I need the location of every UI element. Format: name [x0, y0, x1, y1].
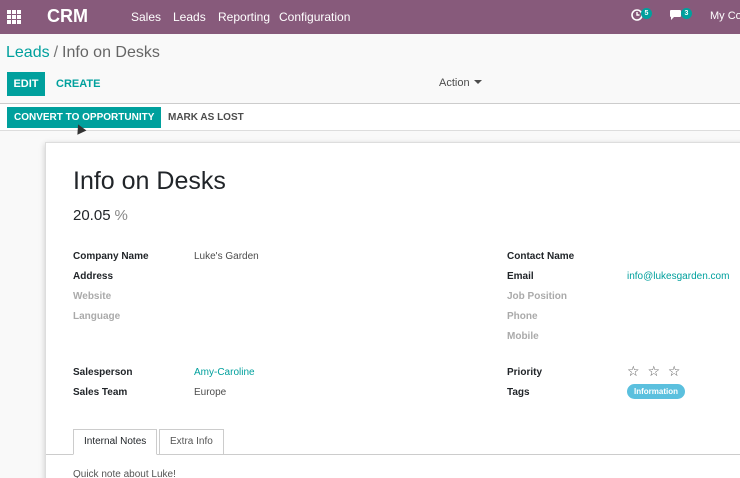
tags-label: Tags	[507, 387, 530, 398]
language-label: Language	[73, 311, 121, 322]
app-brand[interactable]: CRM	[47, 6, 88, 27]
contact-name-label: Contact Name	[507, 251, 575, 262]
menu-reporting[interactable]: Reporting	[218, 10, 270, 24]
menu-configuration[interactable]: Configuration	[279, 10, 350, 24]
probability-unit: %	[114, 207, 128, 224]
mark-as-lost-button[interactable]: MARK AS LOST	[168, 107, 244, 128]
lead-title[interactable]: Info on Desks	[73, 167, 226, 196]
website-label: Website	[73, 291, 112, 302]
edit-button[interactable]: EDIT	[7, 72, 45, 96]
address-label: Address	[73, 271, 114, 282]
sales-team-field[interactable]: Europe	[194, 387, 226, 398]
messages-chat-icon[interactable]	[669, 9, 682, 24]
action-label: Action	[439, 77, 470, 89]
internal-note-text[interactable]: Quick note about Luke!	[73, 469, 176, 478]
job-position-label: Job Position	[507, 291, 567, 302]
probability-value: 20.05	[73, 207, 111, 224]
activity-count-badge: 5	[641, 8, 652, 19]
email-field[interactable]: info@lukesgarden.com	[627, 271, 729, 282]
tab-extra-info[interactable]: Extra Info	[159, 429, 224, 455]
menu-sales[interactable]: Sales	[131, 10, 161, 24]
tag-badge[interactable]: Information	[627, 384, 685, 399]
salesperson-field[interactable]: Amy-Caroline	[194, 367, 255, 378]
tab-internal-notes[interactable]: Internal Notes	[73, 429, 158, 455]
create-button[interactable]: CREATE	[52, 72, 104, 96]
company-switcher[interactable]: My Co	[710, 10, 740, 22]
email-label: Email	[507, 271, 534, 282]
priority-star-icons[interactable]: ☆ ☆ ☆	[627, 363, 682, 380]
breadcrumb-separator: /	[53, 44, 59, 61]
apps-grid-icon[interactable]	[7, 10, 21, 24]
breadcrumb: Leads / Info on Desks	[6, 44, 160, 62]
salesperson-label: Salesperson	[73, 367, 133, 378]
probability[interactable]: 20.05%	[73, 207, 128, 224]
action-dropdown[interactable]: Action	[439, 77, 482, 89]
breadcrumb-current: Info on Desks	[62, 44, 160, 61]
phone-label: Phone	[507, 311, 538, 322]
form-sheet: Info on Desks 20.05% Company Name Luke's…	[45, 142, 740, 478]
company-name-label: Company Name	[73, 251, 149, 262]
caret-down-icon	[473, 80, 482, 84]
sales-team-label: Sales Team	[73, 387, 128, 398]
priority-label: Priority	[507, 367, 543, 378]
message-count-badge: 3	[681, 8, 692, 19]
breadcrumb-leads-link[interactable]: Leads	[6, 44, 50, 61]
menu-leads[interactable]: Leads	[173, 10, 206, 24]
top-navbar: CRM Sales Leads Reporting Configuration …	[0, 0, 740, 34]
mobile-label: Mobile	[507, 331, 539, 342]
company-name-field[interactable]: Luke's Garden	[194, 251, 259, 262]
